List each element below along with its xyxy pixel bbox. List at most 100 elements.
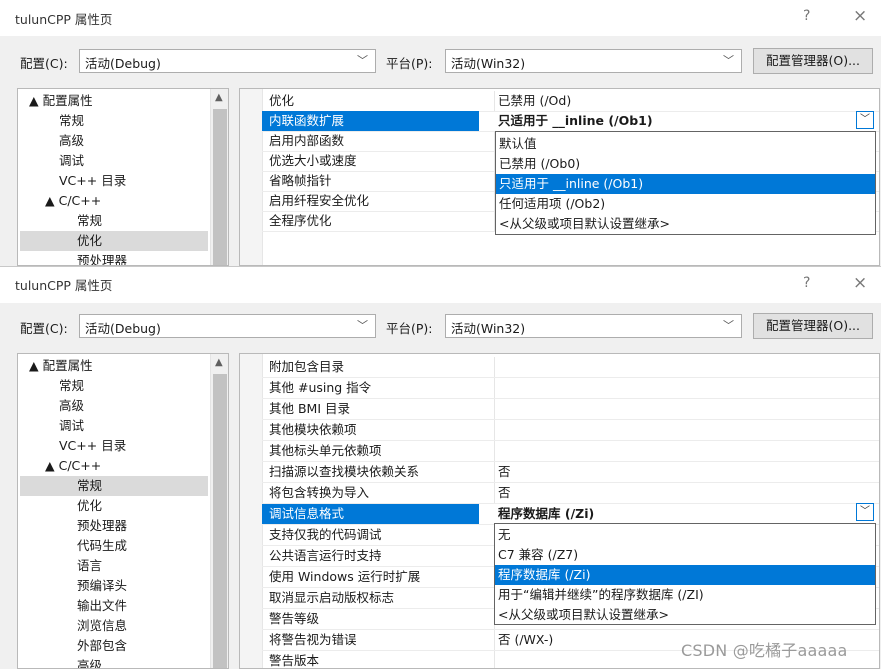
dropdown-toggle[interactable]: ﹀ [856,503,874,521]
tree-item-general[interactable]: 常规 [59,376,84,396]
property-row[interactable]: 其他模块依赖项 [262,420,879,441]
property-row-selected[interactable]: 内联函数扩展 只适用于 __inline (/Ob1) [262,111,879,132]
dropdown-option[interactable]: 无 [495,525,875,545]
watermark: CSDN @吃橘子aaaaa [681,641,848,660]
property-name: 启用纤程安全优化 [269,193,370,208]
tree-item-debugging[interactable]: 调试 [59,151,84,171]
dropdown-option[interactable]: <从父级或项目默认设置继承> [496,214,875,234]
dropdown-option[interactable]: 任何适用项 (/Ob2) [496,194,875,214]
close-icon[interactable]: × [853,273,867,293]
tree-item-cpp-general[interactable]: 常规 [77,211,102,231]
tree-scrollbar[interactable]: ▲ [210,354,228,668]
property-window-general: tulunCPP 属性页 ? × 配置(C): 活动(Debug) ﹀ 平台(P… [0,266,881,669]
platform-select[interactable]: 活动(Win32) ﹀ [445,314,742,338]
tree-item-vc-directories[interactable]: VC++ 目录 [59,436,126,456]
property-name: 其他标头单元依赖项 [269,443,382,458]
property-row[interactable]: 其他 #using 指令 [262,378,879,399]
tree-item-preprocessor[interactable]: 预处理器 [77,251,127,265]
column-divider [494,378,495,398]
config-tree: ▲ 配置属性 常规 高级 调试 VC++ 目录 ▲ C/C++ 常规 优化 预处… [17,353,229,669]
config-manager-button[interactable]: 配置管理器(O)... [753,48,873,74]
property-name: 省略帧指针 [269,173,332,188]
config-select[interactable]: 活动(Debug) ﹀ [79,314,376,338]
property-row[interactable]: 扫描源以查找模块依赖关系 否 [262,462,879,483]
tree-item-language[interactable]: 语言 [77,556,102,576]
chevron-down-icon: ﹀ [723,319,734,332]
tree-item-browse-info[interactable]: 浏览信息 [77,616,127,636]
scroll-thumb[interactable] [213,374,227,668]
platform-select[interactable]: 活动(Win32) ﹀ [445,49,742,73]
property-name: 使用 Windows 运行时扩展 [269,569,421,584]
tree-item-vc-directories[interactable]: VC++ 目录 [59,171,126,191]
tree-item-cpp[interactable]: ▲ C/C++ [45,191,101,211]
tree-item-cpp[interactable]: ▲ C/C++ [45,456,101,476]
scroll-up-icon[interactable]: ▲ [215,357,223,368]
platform-select-value: 活动(Win32) [451,56,526,71]
dropdown-list: 默认值 已禁用 (/Ob0) 只适用于 __inline (/Ob1) 任何适用… [495,131,876,235]
window-title: tulunCPP 属性页 [15,278,113,293]
dropdown-option-selected[interactable]: 只适用于 __inline (/Ob1) [496,174,875,194]
property-name: 其他模块依赖项 [269,422,357,437]
tree-item-preprocessor[interactable]: 预处理器 [77,516,127,536]
tree-item-cpp-advanced[interactable]: 高级 [77,656,102,668]
tree-item-config-properties[interactable]: ▲ 配置属性 [29,91,93,111]
dropdown-option[interactable]: <从父级或项目默认设置继承> [495,605,875,625]
tree-scrollbar[interactable]: ▲ [210,89,228,265]
property-row[interactable]: 将包含转换为导入 否 [262,483,879,504]
property-name: 警告版本 [269,653,320,668]
scroll-up-icon[interactable]: ▲ [215,92,223,103]
dropdown-list: 无 C7 兼容 (/Z7) 程序数据库 (/Zi) 用于“编辑并继续”的程序数据… [494,523,876,625]
property-value: 只适用于 __inline (/Ob1) [498,113,653,128]
tree-item-code-generation[interactable]: 代码生成 [77,536,127,556]
tree-item-precompiled-headers[interactable]: 预编译头 [77,576,127,596]
property-name: 启用内部函数 [269,133,345,148]
column-divider [494,462,495,482]
property-value: 否 (/WX-) [498,632,554,647]
title-bar: tulunCPP 属性页 ? × [0,267,881,303]
tree-item-general[interactable]: 常规 [59,111,84,131]
property-window-optimization: tulunCPP 属性页 ? × 配置(C): 活动(Debug) ﹀ 平台(P… [0,0,881,266]
tree-item-external-includes[interactable]: 外部包含 [77,636,127,656]
property-row[interactable]: 附加包含目录 [262,357,879,378]
tree-item-optimization[interactable]: 优化 [77,496,102,516]
dropdown-toggle[interactable]: ﹀ [856,111,874,129]
property-name: 其他 #using 指令 [269,380,372,395]
config-row: 配置(C): 活动(Debug) ﹀ 平台(P): 活动(Win32) ﹀ 配置… [0,301,881,351]
property-name: 优选大小或速度 [269,153,357,168]
chevron-down-icon: ﹀ [723,54,734,67]
config-manager-button[interactable]: 配置管理器(O)... [753,313,873,339]
tree-item-debugging[interactable]: 调试 [59,416,84,436]
dropdown-option[interactable]: 默认值 [496,134,875,154]
property-name: 调试信息格式 [262,504,479,524]
property-row[interactable]: 其他标头单元依赖项 [262,441,879,462]
property-row[interactable]: 其他 BMI 目录 [262,399,879,420]
tree-item-cpp-general[interactable]: 常规 [20,476,208,496]
tree-item-optimization[interactable]: 优化 [20,231,208,251]
dropdown-option[interactable]: C7 兼容 (/Z7) [495,545,875,565]
help-icon[interactable]: ? [803,8,810,24]
dropdown-option[interactable]: 用于“编辑并继续”的程序数据库 (/ZI) [495,585,875,605]
tree-item-advanced[interactable]: 高级 [59,396,84,416]
config-select-value: 活动(Debug) [85,321,161,336]
dropdown-option-selected[interactable]: 程序数据库 (/Zi) [495,565,875,585]
property-value: 否 [498,485,511,500]
property-row[interactable]: 优化 已禁用 (/Od) [262,91,879,112]
close-icon[interactable]: × [853,6,867,26]
help-icon[interactable]: ? [803,275,810,291]
property-value: 程序数据库 (/Zi) [498,506,595,521]
grid-gutter [240,354,263,668]
tree-item-advanced[interactable]: 高级 [59,131,84,151]
column-divider [494,483,495,503]
tree-item-output-files[interactable]: 输出文件 [77,596,127,616]
property-value: 已禁用 (/Od) [498,93,572,108]
column-divider [494,399,495,419]
config-select[interactable]: 活动(Debug) ﹀ [79,49,376,73]
dropdown-option[interactable]: 已禁用 (/Ob0) [496,154,875,174]
scroll-thumb[interactable] [213,109,227,265]
column-divider [494,651,495,668]
tree-item-config-properties[interactable]: ▲ 配置属性 [29,356,93,376]
property-row-selected[interactable]: 调试信息格式 程序数据库 (/Zi) [262,504,879,525]
chevron-down-icon: ﹀ [357,54,368,67]
config-label: 配置(C): [20,56,68,71]
column-divider [494,441,495,461]
